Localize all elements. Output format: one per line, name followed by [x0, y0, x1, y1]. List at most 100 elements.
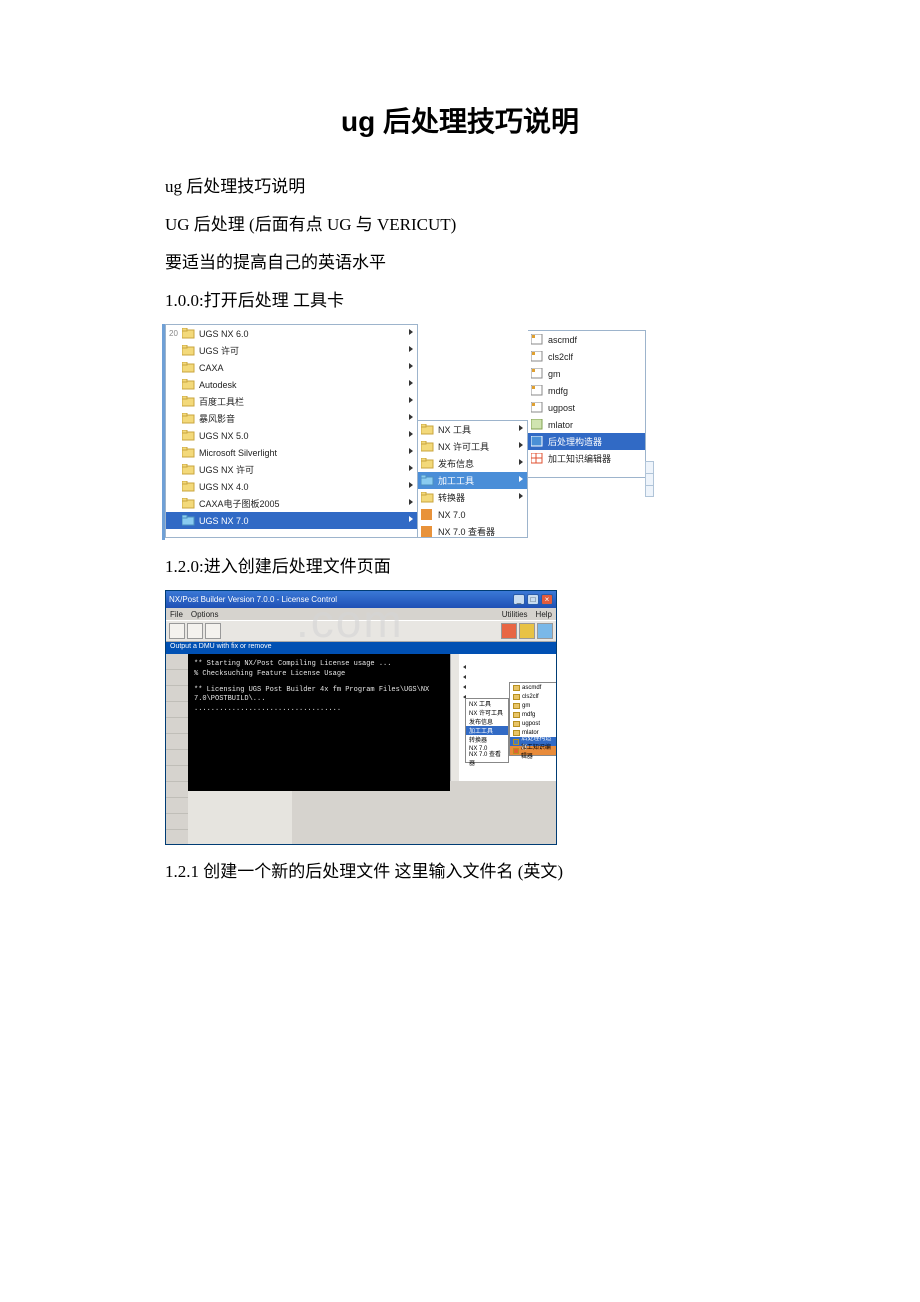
menu-column-1: 20UGS NX 6.0 UGS 许可 CAXA Autodesk 百度工具栏 … [165, 324, 418, 538]
minimize-button[interactable]: _ [513, 594, 525, 605]
submenu-2: ascmdf cls2clf gm mdfg ugpost mlator 后处理… [509, 682, 557, 756]
menu-item[interactable]: mlator [528, 416, 645, 433]
menu-item[interactable]: UGS 许可 [166, 342, 417, 359]
menu-item[interactable]: NX 工具 [418, 421, 527, 438]
menu-item[interactable]: Microsoft Silverlight [166, 444, 417, 461]
menu-item[interactable]: ascmdf [528, 331, 645, 348]
menu-item[interactable]: ugpost [510, 719, 556, 728]
menu-item[interactable]: gm [510, 701, 556, 710]
page-title: ug 后处理技巧说明 [165, 100, 755, 140]
menu-item[interactable]: mdfg [510, 710, 556, 719]
para-3: 要适当的提高自己的英语水平 [165, 246, 755, 280]
folder-icon [182, 328, 195, 339]
menu-item-highlighted[interactable]: 加工工具 [418, 472, 527, 489]
folder-icon [182, 481, 195, 492]
menu-item[interactable]: Autodesk [166, 376, 417, 393]
window-titlebar: NX/Post Builder Version 7.0.0 - License … [166, 591, 556, 608]
prompt-icon [531, 351, 544, 362]
folder-icon [182, 379, 195, 390]
left-sidebar [166, 654, 188, 845]
menu-column-2: NX 工具 NX 许可工具 发布信息 加工工具 转换器 NX 7.0 NX 7.… [418, 420, 528, 538]
menu-utilities[interactable]: Utilities [502, 610, 528, 619]
maximize-button[interactable]: □ [527, 594, 539, 605]
folder-icon [182, 396, 195, 407]
window-title: NX/Post Builder Version 7.0.0 - License … [169, 595, 337, 604]
menu-item[interactable]: NX 许可工具 [418, 438, 527, 455]
menu-item-highlighted[interactable]: 加工工具 [466, 726, 508, 735]
tool-icon [531, 419, 544, 430]
menu-item[interactable]: cls2clf [528, 348, 645, 365]
grid-icon [531, 453, 544, 464]
folder-icon [182, 447, 195, 458]
menu-item[interactable]: 发布信息 [466, 717, 508, 726]
menu-item[interactable]: gm [528, 365, 645, 382]
screenshot-post-builder: .com NX/Post Builder Version 7.0.0 - Lic… [165, 590, 557, 845]
menubar: File Options Utilities Help [166, 608, 556, 620]
toolbar-button[interactable] [205, 623, 221, 639]
right-panel: NX 工具 NX 许可工具 发布信息 加工工具 转换器 NX 7.0 NX 7.… [450, 654, 557, 781]
para-2: UG 后处理 (后面有点 UG 与 VERICUT) [165, 208, 755, 242]
toolbar-button[interactable] [537, 623, 553, 639]
prompt-icon [531, 334, 544, 345]
nx-icon [421, 509, 434, 520]
post-builder-icon [531, 436, 544, 447]
menu-item[interactable]: ascmdf [510, 683, 556, 692]
folder-icon [421, 424, 434, 435]
menu-item[interactable]: mdfg [528, 382, 645, 399]
menu-item[interactable]: 转换器 [466, 735, 508, 744]
menu-item-highlighted[interactable]: 加工知识编辑器 [510, 746, 556, 755]
menu-item[interactable]: UGS NX 4.0 [166, 478, 417, 495]
menu-item[interactable]: NX 7.0 查看器 [466, 753, 508, 762]
list-item[interactable] [461, 672, 468, 682]
menu-file[interactable]: File [170, 610, 183, 619]
menu-item[interactable]: NX 工具 [466, 699, 508, 708]
toolbar-button[interactable] [519, 623, 535, 639]
menu-item-post-builder[interactable]: 后处理构造器 [528, 433, 645, 450]
screenshot-start-menu: 20UGS NX 6.0 UGS 许可 CAXA Autodesk 百度工具栏 … [165, 324, 648, 540]
bottom-panel [188, 791, 292, 845]
para-5: 1.2.0:进入创建后处理文件页面 [165, 550, 755, 584]
list-item[interactable] [461, 682, 468, 692]
folder-icon [182, 464, 195, 475]
menu-item[interactable]: CAXA电子图板2005 [166, 495, 417, 512]
status-bar: Output a DMU with fix or remove [166, 642, 556, 654]
menu-item[interactable]: 20UGS NX 6.0 [166, 325, 417, 342]
folder-icon [182, 362, 195, 373]
toolbar-button[interactable] [501, 623, 517, 639]
folder-icon [182, 345, 195, 356]
menu-item[interactable]: NX 7.0 [418, 506, 527, 523]
menu-item[interactable]: 发布信息 [418, 455, 527, 472]
toolbar [166, 620, 556, 642]
menu-item[interactable]: NX 7.0 查看器 [418, 523, 527, 540]
folder-icon [182, 430, 195, 441]
menu-item[interactable]: 百度工具栏 [166, 393, 417, 410]
menu-item[interactable]: cls2clf [510, 692, 556, 701]
folder-icon [421, 441, 434, 452]
menu-item[interactable]: CAXA [166, 359, 417, 376]
console-output: ** Starting NX/Post Compiling License us… [188, 654, 450, 791]
menu-item[interactable]: 暴风影音 [166, 410, 417, 427]
folder-icon [421, 458, 434, 469]
menu-item[interactable]: 转换器 [418, 489, 527, 506]
close-button[interactable]: × [541, 594, 553, 605]
submenu-1: NX 工具 NX 许可工具 发布信息 加工工具 转换器 NX 7.0 NX 7.… [465, 698, 509, 763]
prompt-icon [531, 368, 544, 379]
menu-item[interactable]: NX 许可工具 [466, 708, 508, 717]
toolbar-button[interactable] [169, 623, 185, 639]
para-6: 1.2.1 创建一个新的后处理文件 这里输入文件名 (英文) [165, 855, 755, 889]
menu-item[interactable]: UGS NX 许可 [166, 461, 417, 478]
para-4: 1.0.0:打开后处理 工具卡 [165, 284, 755, 318]
menu-item[interactable]: 加工知识编辑器 [528, 450, 645, 467]
toolbar-button[interactable] [187, 623, 203, 639]
scrollbar[interactable] [451, 654, 459, 781]
menu-options[interactable]: Options [191, 610, 219, 619]
menu-item[interactable]: UGS NX 5.0 [166, 427, 417, 444]
folder-icon [421, 492, 434, 503]
menu-item[interactable]: ugpost [528, 399, 645, 416]
para-1: ug 后处理技巧说明 [165, 170, 755, 204]
prompt-icon [531, 402, 544, 413]
menu-item-highlighted[interactable]: UGS NX 7.0 [166, 512, 417, 529]
menu-help[interactable]: Help [536, 610, 552, 619]
list-item[interactable] [461, 662, 468, 672]
folder-icon [182, 515, 195, 526]
